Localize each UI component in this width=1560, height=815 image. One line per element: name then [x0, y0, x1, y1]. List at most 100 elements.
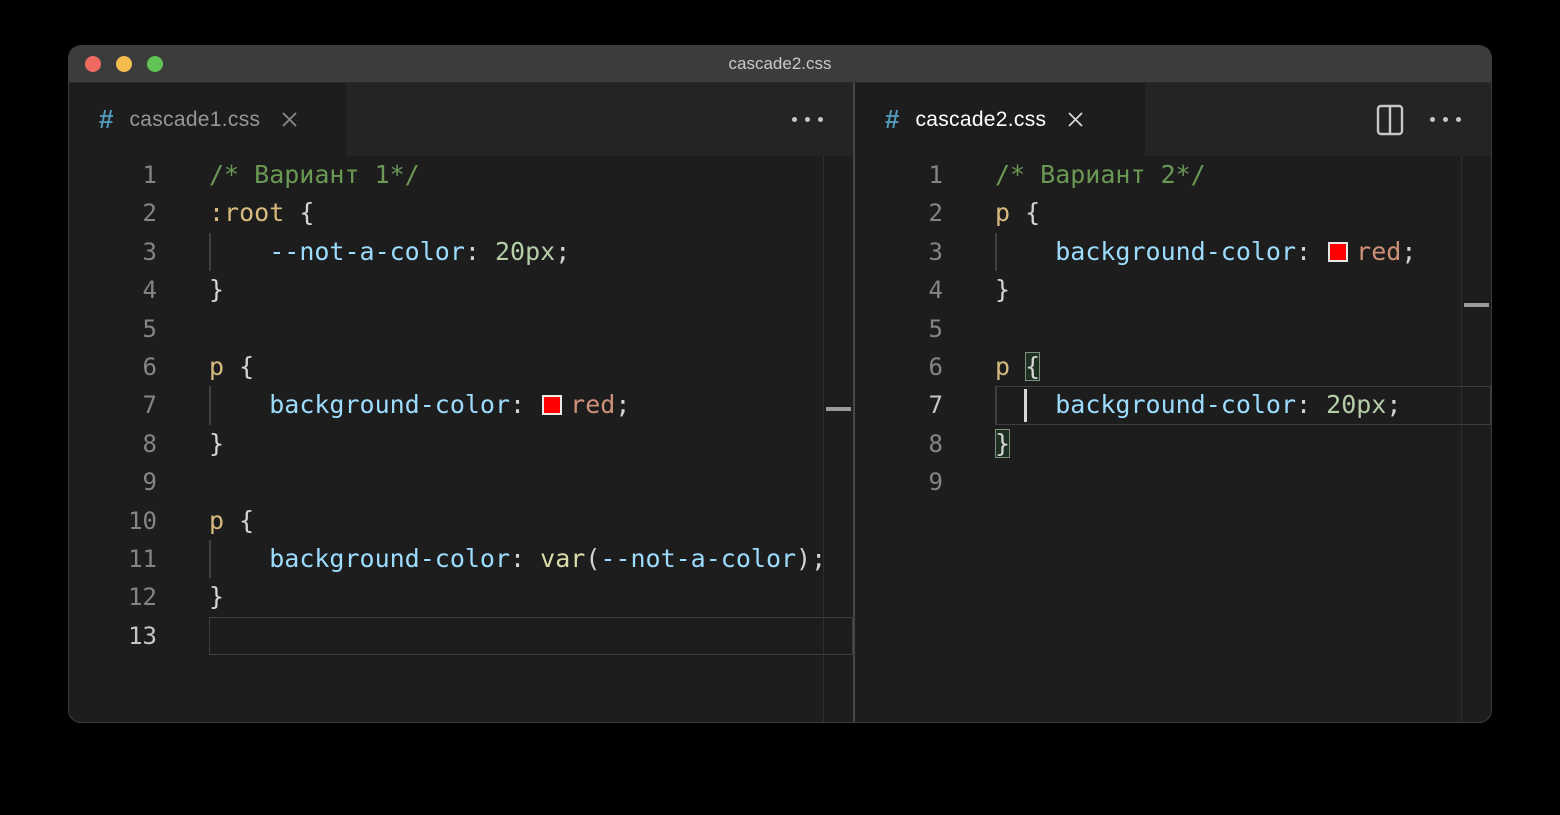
- line-number: 1: [928, 161, 943, 189]
- line-number: 10: [128, 506, 157, 535]
- line-number: 4: [142, 276, 157, 305]
- code-token: ;: [1401, 236, 1417, 266]
- code-line: 6 p {: [69, 348, 853, 386]
- code-line: 12}: [69, 578, 853, 616]
- code-line-content: /* Вариант 2*/: [995, 156, 1491, 194]
- line-number: 2: [928, 199, 943, 228]
- code-line-content: background-color: 20px;: [995, 386, 1491, 426]
- code-token: 20px: [495, 236, 556, 266]
- color-swatch[interactable]: [542, 395, 563, 416]
- code-line: 4}: [69, 271, 853, 309]
- code-line-content: p {: [209, 348, 853, 386]
- code-editor-left[interactable]: 1/* Вариант 1*/2:root {3 --not-a-color: …: [69, 156, 853, 722]
- tab-cascade2-css[interactable]: # cascade2.css: [855, 83, 1145, 156]
- color-swatch[interactable]: [1328, 241, 1349, 262]
- code-token: p: [209, 505, 225, 535]
- split-editor-icon[interactable]: [1376, 104, 1404, 136]
- code-line: 13: [69, 616, 853, 656]
- line-number: 13: [128, 621, 157, 650]
- code-line-content: [209, 463, 853, 501]
- line-number: 8: [142, 429, 157, 458]
- line-number: 3: [928, 237, 943, 266]
- titlebar[interactable]: cascade2.css: [69, 46, 1491, 83]
- more-actions-icon[interactable]: [1430, 117, 1461, 122]
- line-number: 5: [142, 314, 157, 343]
- code-token: ): [796, 543, 812, 573]
- line-number: 1: [142, 161, 157, 189]
- line-number: 12: [128, 583, 157, 612]
- code-line-content: /* Вариант 1*/: [209, 156, 853, 194]
- code-line: 11 background-color: var(--not-a-color);: [69, 539, 853, 579]
- code-line: 5: [69, 310, 853, 348]
- code-token: (: [585, 543, 601, 573]
- close-tab-icon[interactable]: [280, 110, 299, 129]
- code-token: background-color: [269, 390, 511, 420]
- code-line: 3 background-color: red;: [855, 232, 1491, 272]
- line-number: 4: [928, 276, 943, 305]
- code-line-content: p {: [995, 194, 1491, 232]
- tabbar-left: # cascade1.css: [69, 83, 853, 156]
- code-line: 10 p {: [69, 502, 853, 540]
- window-title: cascade2.css: [728, 54, 832, 73]
- code-line-content: :root {: [209, 194, 853, 232]
- code-token: {: [284, 198, 315, 228]
- overview-ruler-scrollbar[interactable]: [1461, 156, 1491, 722]
- line-number: 9: [142, 468, 157, 497]
- code-line: 9: [69, 463, 853, 501]
- code-token: background-color: [269, 543, 511, 573]
- code-token: :: [1296, 390, 1327, 420]
- code-token: {: [1025, 351, 1041, 381]
- close-tab-icon[interactable]: [1066, 110, 1085, 129]
- css-file-icon: #: [885, 104, 900, 134]
- editor-group-right: # cascade2.css 1 /* Вариант 2*/ 2 p {3 …: [855, 83, 1491, 722]
- code-token: {: [224, 505, 255, 535]
- line-number: 8: [928, 429, 943, 458]
- code-token: p: [995, 351, 1011, 381]
- tab-cascade1-css[interactable]: # cascade1.css: [69, 83, 346, 156]
- line-number: 11: [128, 544, 157, 573]
- ruler-cursor-mark: [826, 407, 851, 411]
- code-token: red: [570, 390, 616, 420]
- code-line-content: }: [995, 425, 1491, 463]
- code-line: 1 /* Вариант 1*/: [69, 156, 853, 194]
- code-token: }: [995, 275, 1011, 305]
- code-line: 8}: [855, 425, 1491, 463]
- code-token: {: [224, 351, 255, 381]
- code-token: :: [510, 543, 541, 573]
- code-token: ;: [555, 236, 571, 266]
- code-token: :root: [209, 198, 285, 228]
- more-actions-icon[interactable]: [792, 117, 823, 122]
- code-line-content: [995, 463, 1491, 501]
- editor-group-left: # cascade1.css 1 /* Вариант 1*/ 2:root {3 …: [69, 83, 853, 722]
- code-token: background-color: [1055, 390, 1297, 420]
- code-line-content: background-color: red;: [995, 232, 1491, 272]
- tab-label: cascade1.css: [129, 107, 261, 131]
- code-token: p: [209, 351, 225, 381]
- code-token: }: [209, 428, 225, 458]
- tabbar-right: # cascade2.css: [855, 83, 1491, 156]
- code-line: 3 --not-a-color: 20px;: [69, 232, 853, 272]
- code-line-content: }: [209, 271, 853, 309]
- code-line-content: --not-a-color: 20px;: [209, 232, 853, 272]
- code-line-content: [209, 616, 853, 656]
- code-line: 9: [855, 463, 1491, 501]
- code-line: 5: [855, 310, 1491, 348]
- code-editor-right[interactable]: 1/* Вариант 2*/2 p {3 background-color: r…: [855, 156, 1491, 722]
- code-token: --not-a-color: [600, 543, 797, 573]
- ruler-cursor-mark: [1464, 303, 1489, 307]
- code-token: :: [1296, 236, 1327, 266]
- line-number: 3: [142, 237, 157, 266]
- line-number: 7: [928, 391, 943, 420]
- line-number: 5: [928, 314, 943, 343]
- code-line-content: [209, 310, 853, 348]
- code-line: 2 p {: [855, 194, 1491, 232]
- code-line: 7 background-color: red;: [69, 386, 853, 426]
- code-token: red: [1356, 236, 1402, 266]
- overview-ruler-scrollbar[interactable]: [823, 156, 853, 722]
- code-line-content: }: [995, 271, 1491, 309]
- code-line-content: background-color: red;: [209, 386, 853, 426]
